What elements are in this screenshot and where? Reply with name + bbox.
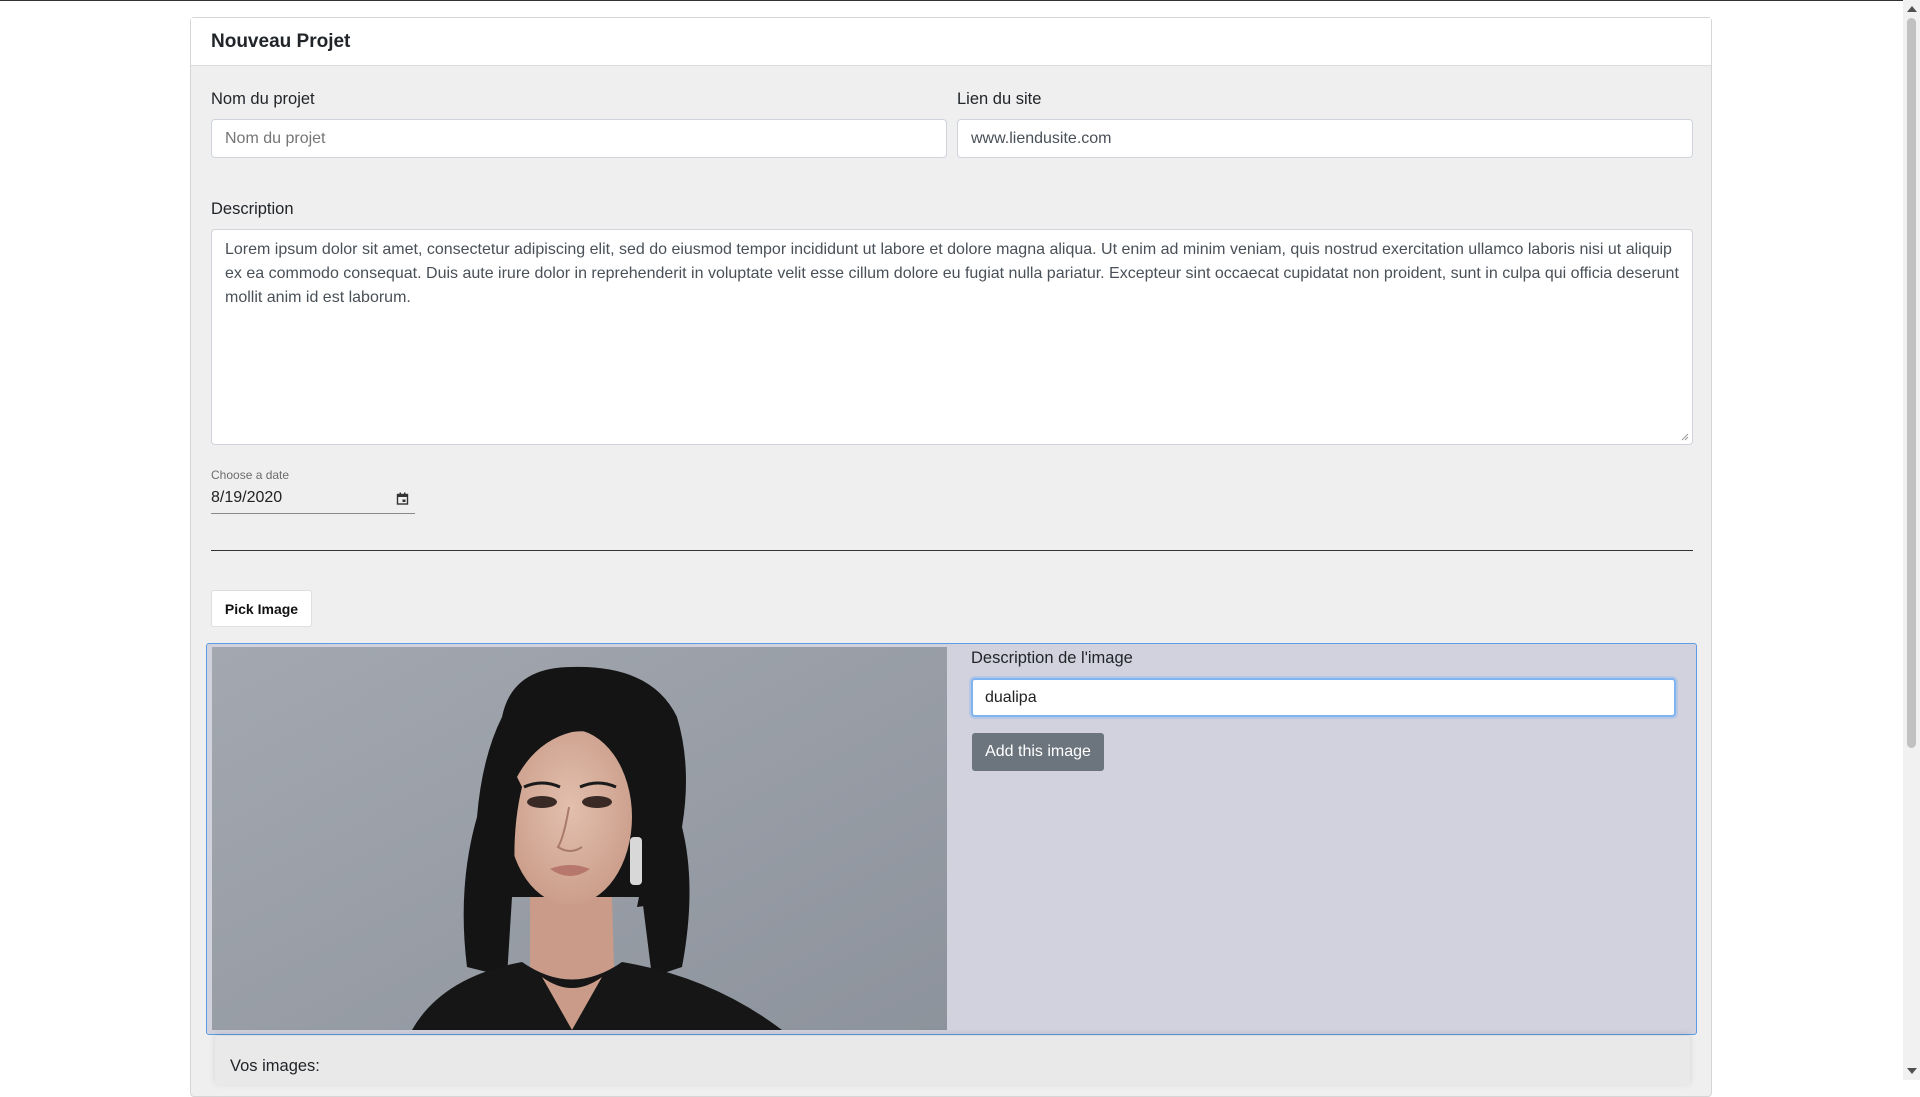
top-border-line: [0, 0, 1920, 1]
image-description-input[interactable]: dualipa: [971, 678, 1676, 717]
date-underline: [211, 513, 415, 514]
description-textarea[interactable]: Lorem ipsum dolor sit amet, consectetur …: [211, 229, 1693, 445]
page-scrollbar[interactable]: [1903, 0, 1920, 1080]
date-label: Choose a date: [211, 468, 290, 482]
gallery-panel: [215, 1036, 1690, 1086]
project-name-label: Nom du projet: [211, 90, 315, 108]
calendar-icon[interactable]: [396, 492, 409, 505]
pick-image-button[interactable]: Pick Image: [211, 590, 312, 627]
selected-image-preview: [212, 647, 947, 1030]
add-image-button[interactable]: Add this image: [972, 733, 1104, 771]
project-name-input[interactable]: [211, 119, 947, 158]
scrollbar-thumb[interactable]: [1907, 18, 1916, 748]
image-description-label: Description de l'image: [971, 649, 1133, 667]
gallery-label: Vos images:: [230, 1057, 320, 1075]
site-link-label: Lien du site: [957, 90, 1042, 108]
date-value[interactable]: 8/19/2020: [211, 489, 282, 507]
scroll-down-icon[interactable]: [1907, 1068, 1917, 1074]
portrait-photo: [212, 647, 947, 1030]
card-title: Nouveau Projet: [211, 30, 351, 52]
description-label: Description: [211, 200, 294, 218]
card-header: Nouveau Projet: [191, 18, 1711, 66]
scroll-up-icon[interactable]: [1907, 6, 1917, 12]
site-link-input[interactable]: www.liendusite.com: [957, 119, 1693, 158]
section-divider: [211, 550, 1693, 551]
resize-grip-icon[interactable]: [1681, 433, 1689, 441]
